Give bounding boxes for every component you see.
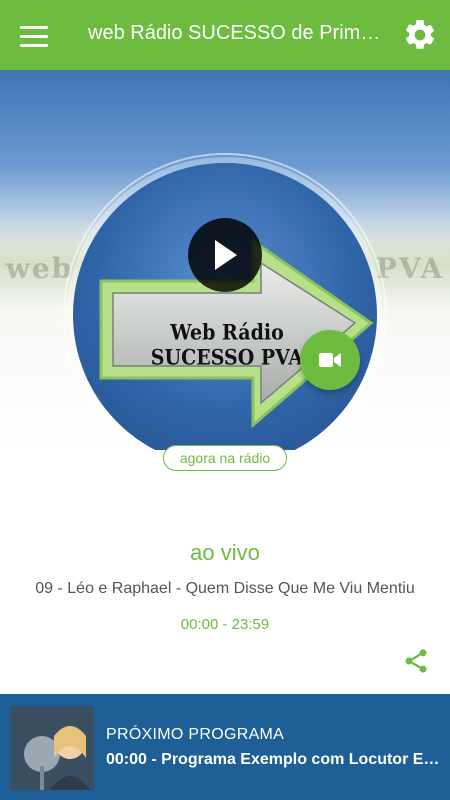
current-song: 09 - Léo e Raphael - Quem Disse Que Me V… [35,580,415,597]
play-button[interactable] [188,218,262,292]
now-on-radio-chip[interactable]: agora na rádio [163,445,287,471]
next-program-title: 00:00 - Programa Exemplo com Locutor Exe… [106,751,446,768]
video-camera-icon [319,353,341,367]
app-screen: web Rádio SUCESSO de Primavera do Leste … [0,0,450,800]
play-icon [215,240,237,270]
video-button[interactable] [300,330,360,390]
announcer-thumbnail [10,706,94,790]
station-logo-disc: Web Rádio SUCESSO PVA [73,163,377,450]
top-app-bar: web Rádio SUCESSO de Primavera do Leste [0,0,450,70]
next-program-bar[interactable]: PRÓXIMO PROGRAMA 00:00 - Programa Exempl… [0,694,450,800]
share-icon[interactable] [402,647,430,675]
app-title: web Rádio SUCESSO de Primavera do Leste [88,22,384,44]
program-time: 00:00 - 23:59 [180,616,270,633]
gear-icon[interactable] [402,17,438,53]
live-status: ao vivo [190,540,260,565]
arrow-logo [99,238,374,429]
menu-icon[interactable] [12,16,56,56]
next-program-label: PRÓXIMO PROGRAMA [106,726,285,743]
